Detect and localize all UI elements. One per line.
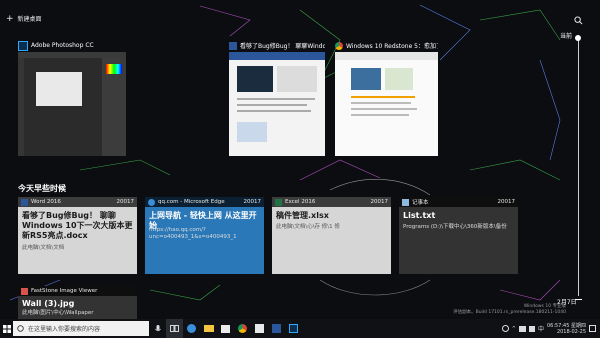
word-icon <box>21 198 28 206</box>
chrome-icon <box>335 41 343 50</box>
window-title: Windows 10 Redstone 5：愈加了... <box>346 43 438 50</box>
activity-card-excel[interactable]: Excel 2016 20017 稿件管理.xlsx 此电脑\文档\心\存 修\… <box>272 197 391 274</box>
action-center-icon[interactable] <box>589 325 596 332</box>
people-icon[interactable] <box>501 325 509 332</box>
clock-date: 2018-02-25 <box>556 328 586 335</box>
task-view-icon[interactable] <box>166 319 183 338</box>
taskbar-search-box[interactable]: 在这里输入你要搜索的内容 <box>13 321 149 336</box>
window-thumbnail-photoshop[interactable]: Adobe Photoshop CC <box>18 40 126 156</box>
build-watermark: Windows 10 专业版 评估副本。Build 17101.rs_prere… <box>453 304 566 316</box>
card-count: 20017 <box>116 199 135 205</box>
clock[interactable]: 06:57:45 星期四 2018-02-25 <box>547 323 586 335</box>
card-subtitle: 此电脑\图片\中心\Wallpaper <box>22 310 94 316</box>
card-subtitle: Programs (D:)\下载中心\360新版本\备份 <box>403 224 507 230</box>
chevron-up-icon[interactable]: ^ <box>512 326 516 332</box>
network-icon[interactable] <box>518 325 526 332</box>
timeline-now-marker[interactable] <box>575 35 581 41</box>
start-button[interactable] <box>0 319 13 338</box>
timeline-scrollbar[interactable] <box>578 38 579 296</box>
card-app-name: 记事本 <box>412 200 429 206</box>
card-title: Wall (3).jpg <box>22 299 75 308</box>
window-preview <box>335 52 438 156</box>
plus-icon: + <box>6 13 14 24</box>
edge-icon <box>148 198 155 206</box>
new-desktop-button[interactable]: + 新建桌面 <box>6 14 42 23</box>
section-title-earlier-today: 今天早些时候 <box>18 184 66 193</box>
chrome-taskbar-icon[interactable] <box>234 319 251 338</box>
windows-logo-icon <box>2 324 11 333</box>
volume-icon[interactable] <box>528 325 535 332</box>
search-placeholder: 在这里输入你要搜索的内容 <box>28 326 101 333</box>
activity-card-edge[interactable]: qq.com - Microsoft Edge 20017 上网导航 - 轻快上… <box>145 197 264 274</box>
word-icon <box>229 41 237 50</box>
window-thumbnail-word[interactable]: 看够了Bug修Bug！ 聊聊Windows 1... <box>229 40 325 156</box>
card-app-name: Excel 2016 <box>285 199 316 205</box>
faststone-icon <box>21 287 28 295</box>
activity-card-faststone[interactable]: FastStone Image Viewer Wall (3).jpg 此电脑\… <box>18 286 137 319</box>
card-count: 20017 <box>370 199 389 205</box>
card-title: List.txt <box>403 211 436 220</box>
card-count: 20017 <box>243 199 262 205</box>
notepad-icon <box>402 198 409 206</box>
edge-taskbar-icon[interactable] <box>183 319 200 338</box>
clock-time: 06:57:45 星期四 <box>546 322 586 329</box>
window-preview <box>18 52 126 156</box>
new-desktop-label: 新建桌面 <box>17 16 42 23</box>
app-taskbar-icon[interactable] <box>251 319 268 338</box>
card-title: 看够了Bug修Bug！ 聊聊 Windows 10下一次大版本更新RS5亮点.d… <box>22 211 133 240</box>
card-subtitle: 此电脑\文档\文档 <box>22 245 65 251</box>
timeline-search-icon[interactable] <box>574 16 583 27</box>
card-count: 20017 <box>497 199 516 205</box>
word-taskbar-icon[interactable] <box>268 319 285 338</box>
search-icon <box>17 325 24 332</box>
card-subtitle: 此电脑\文档\心\存 修\1 修 <box>276 224 340 230</box>
window-title: Adobe Photoshop CC <box>31 42 94 49</box>
card-app-name: Word 2016 <box>31 199 61 205</box>
system-tray: ^ 中 06:57:45 星期四 2018-02-25 <box>501 319 596 338</box>
card-app-name: FastStone Image Viewer <box>31 288 98 294</box>
mic-icon[interactable] <box>149 319 166 338</box>
file-explorer-icon[interactable] <box>200 319 217 338</box>
photoshop-icon <box>18 40 28 51</box>
timeline-now-label: 当前 <box>560 33 573 40</box>
photoshop-taskbar-icon[interactable] <box>285 319 302 338</box>
store-icon[interactable] <box>217 319 234 338</box>
window-title: 看够了Bug修Bug！ 聊聊Windows 1... <box>240 43 325 50</box>
watermark-line-2: 评估副本。Build 17101.rs_prerelease.180211-10… <box>453 310 566 315</box>
window-thumbnail-chrome[interactable]: Windows 10 Redstone 5：愈加了... <box>335 40 438 156</box>
ime-icon[interactable]: 中 <box>538 324 544 333</box>
excel-icon <box>275 198 282 206</box>
card-subtitle: https://hao.qq.com/?unc=o400493_1&s=o400… <box>149 227 237 240</box>
window-preview <box>229 52 325 156</box>
activity-card-word[interactable]: Word 2016 20017 看够了Bug修Bug！ 聊聊 Windows 1… <box>18 197 137 274</box>
activity-card-notepad[interactable]: 记事本 20017 List.txt Programs (D:)\下载中心\36… <box>399 197 518 274</box>
card-app-name: qq.com - Microsoft Edge <box>158 199 225 205</box>
card-title: 稿件管理.xlsx <box>276 211 329 220</box>
